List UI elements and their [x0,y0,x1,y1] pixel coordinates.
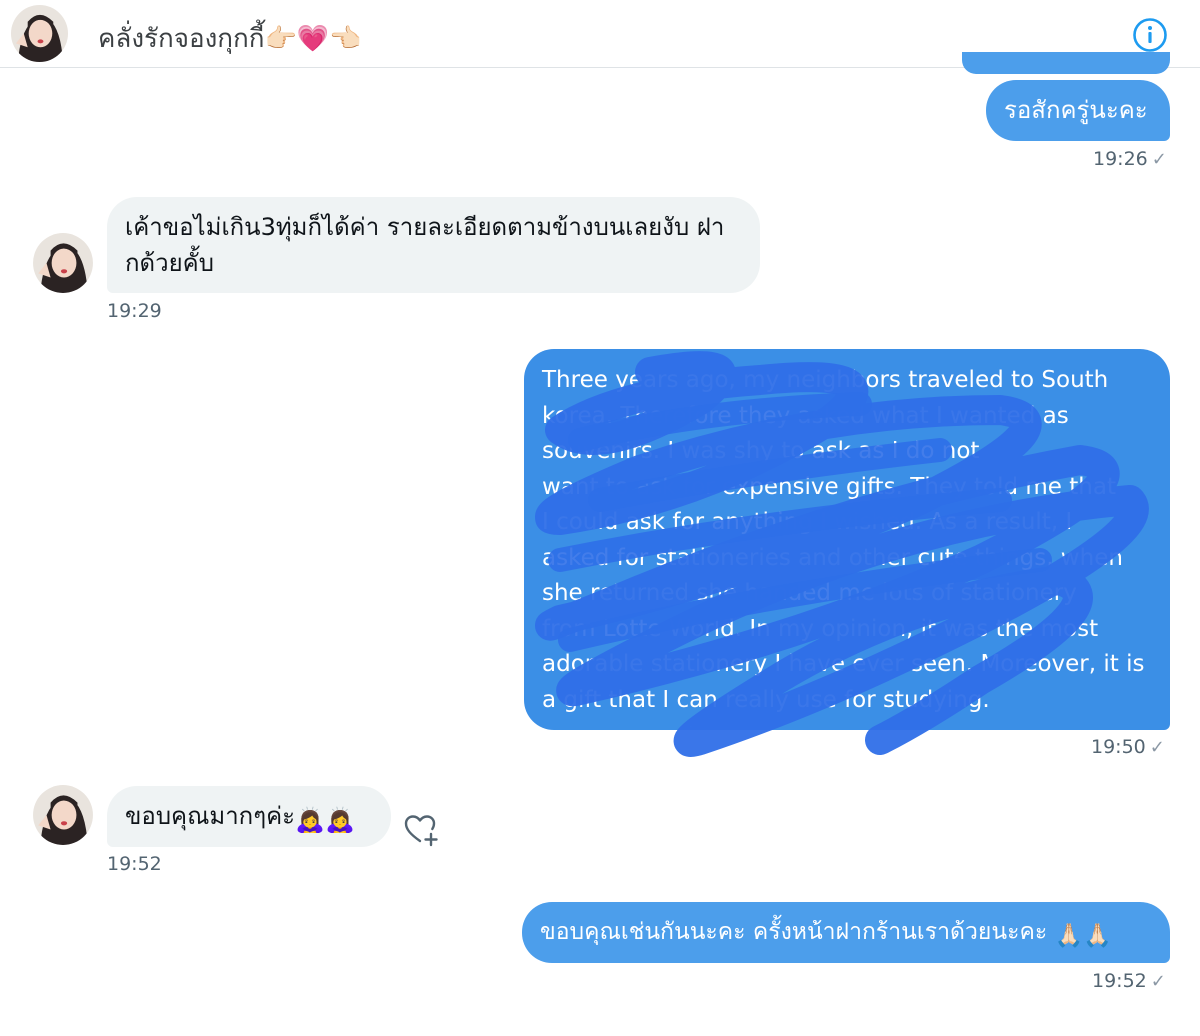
message-timestamp: 19:29 [107,300,162,322]
message-line: Three years ago, my neighbors traveled t… [542,367,1109,393]
add-reaction-heart-icon[interactable] [402,810,442,850]
message-bubble-in[interactable]: ขอบคุณมากๆค่ะ🙇‍♀️🙇‍♀️ [107,786,391,847]
message-line: asked for stationeries and other cute th… [542,544,1123,571]
message-line: adorable stationery I have ever seen. Mo… [542,651,1145,677]
message-bubble-out[interactable]: ขอบคุณเช่นกันนะคะ ครั้งหน้าฝากร้านเราด้ว… [522,902,1170,963]
message-line: I could ask for anything I wished. As a … [542,509,1073,535]
message-bubble-out[interactable]: รอสักครู่นะคะ [986,80,1170,141]
message-bubble-out-redacted[interactable]: Three years ago, my neighbors traveled t… [524,349,1170,730]
timestamp-text: 19:29 [107,300,162,322]
message-text: ขอบคุณเช่นกันนะคะ ครั้งหน้าฝากร้านเราด้ว… [540,919,1048,945]
message-line: a gift that I can really use for studyin… [542,686,990,713]
title-emoji-3: 👈🏻 [329,24,362,54]
bowing-emoji-2: 🙇‍♀️ [324,806,355,834]
message-bubble-in[interactable]: เค้าขอไม่เกิน3ทุ่มก็ได้ค่า รายละเอียดตาม… [107,197,760,293]
message-text-line-1: เค้าขอไม่เกิน3ทุ่มก็ได้ค่า รายละเอียดตาม… [125,213,725,241]
timestamp-text: 19:26 [1093,148,1148,170]
title-emoji-1: 👉🏻 [264,24,297,54]
praying-hands-emoji-2: 🙏🏻 [1083,923,1112,949]
message-line: korea. Therefore they asked what I wante… [542,402,1069,429]
message-line: want to ask for expensive gifts. They to… [542,473,1116,500]
timestamp-text: 19:52 [107,853,162,875]
message-timestamp: 19:52 [107,853,162,875]
message-timestamp: 19:26 ✓ [1093,148,1167,170]
info-icon[interactable] [1132,17,1168,53]
message-line: she returned she handed me lots of stati… [542,580,1077,606]
bowing-emoji-1: 🙇‍♀️ [295,806,325,834]
sent-check-icon: ✓ [1151,149,1167,170]
message-text-line-2: กด้วยคั้บ [125,249,214,277]
conversation-avatar[interactable] [10,4,69,63]
timestamp-text: 19:50 [1091,736,1146,758]
message-text: รอสักครู่นะคะ [1004,96,1148,124]
message-timestamp: 19:52 ✓ [1092,970,1166,992]
message-timestamp: 19:50 ✓ [1091,736,1165,758]
conversation-title[interactable]: คลั่งรักจองกุกกี้👉🏻💗👈🏻 [98,18,362,59]
conversation-title-text: คลั่งรักจองกุกกี้ [98,24,265,54]
message-line: souvenirs. I was shy to ask as I do not [542,438,980,464]
sender-avatar[interactable] [32,784,94,846]
sender-avatar[interactable] [32,232,94,294]
sent-check-icon: ✓ [1150,971,1166,992]
previous-message-bubble-edge [962,52,1170,74]
praying-hands-emoji-1: 🙏🏻 [1054,923,1084,949]
message-line: from Lotte World. In my opinion, it was … [542,615,1099,642]
sent-check-icon: ✓ [1149,737,1165,758]
timestamp-text: 19:52 [1092,970,1147,992]
message-text: ขอบคุณมากๆค่ะ [125,802,296,830]
title-emoji-2: 💗 [296,24,330,54]
